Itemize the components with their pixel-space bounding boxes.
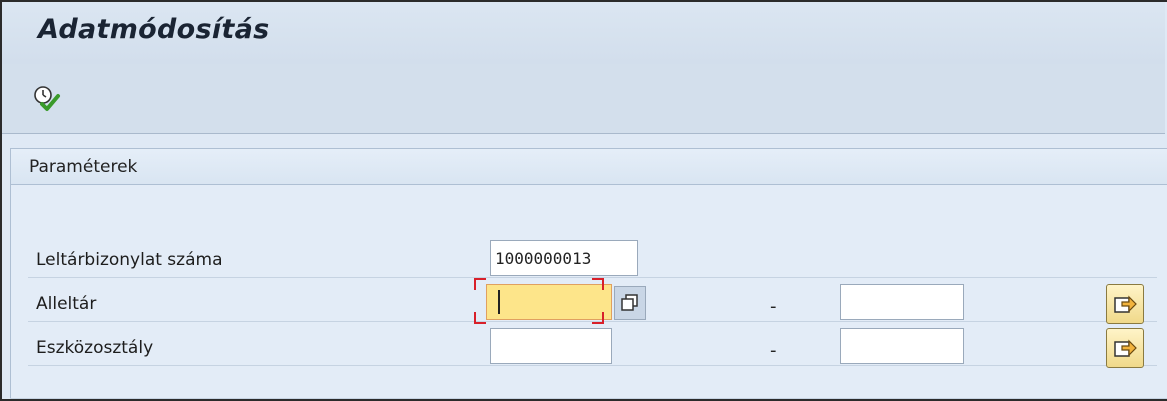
- execute-button[interactable]: [26, 80, 66, 116]
- execute-clock-check-icon: [34, 86, 60, 111]
- panel-header: Paraméterek: [11, 149, 1167, 185]
- leltarbizonylat-input[interactable]: 1000000013: [490, 240, 638, 276]
- value-help-icon: [621, 294, 638, 311]
- eszkozosztaly-to-input[interactable]: [840, 328, 964, 364]
- panel-title: Paraméterek: [29, 157, 138, 177]
- eszkozosztaly-multiple-selection-button[interactable]: [1106, 328, 1144, 368]
- eszkozosztaly-label: Eszközosztály: [36, 338, 154, 358]
- application-toolbar: [2, 64, 1165, 134]
- eszkozosztaly-from-input[interactable]: [490, 328, 612, 364]
- alleltar-from-input[interactable]: [486, 284, 612, 320]
- text-cursor: [498, 290, 500, 314]
- multiple-selection-arrow-icon: [1114, 339, 1137, 357]
- alleltar-multiple-selection-button[interactable]: [1106, 284, 1144, 324]
- alleltar-value-help-button[interactable]: [614, 286, 646, 320]
- page-title: Adatmódosítás: [38, 14, 270, 45]
- leltarbizonylat-label: Leltárbizonylat száma: [36, 250, 223, 270]
- alleltar-label: Alleltár: [36, 294, 97, 314]
- panel-bottom-divider: [10, 398, 1167, 399]
- multiple-selection-arrow-icon: [1114, 295, 1137, 313]
- alleltar-to-input[interactable]: [840, 284, 964, 320]
- alleltar-range-separator: -: [770, 296, 777, 317]
- eszkozosztaly-range-separator: -: [770, 340, 777, 361]
- title-bar: Adatmódosítás: [2, 2, 1165, 64]
